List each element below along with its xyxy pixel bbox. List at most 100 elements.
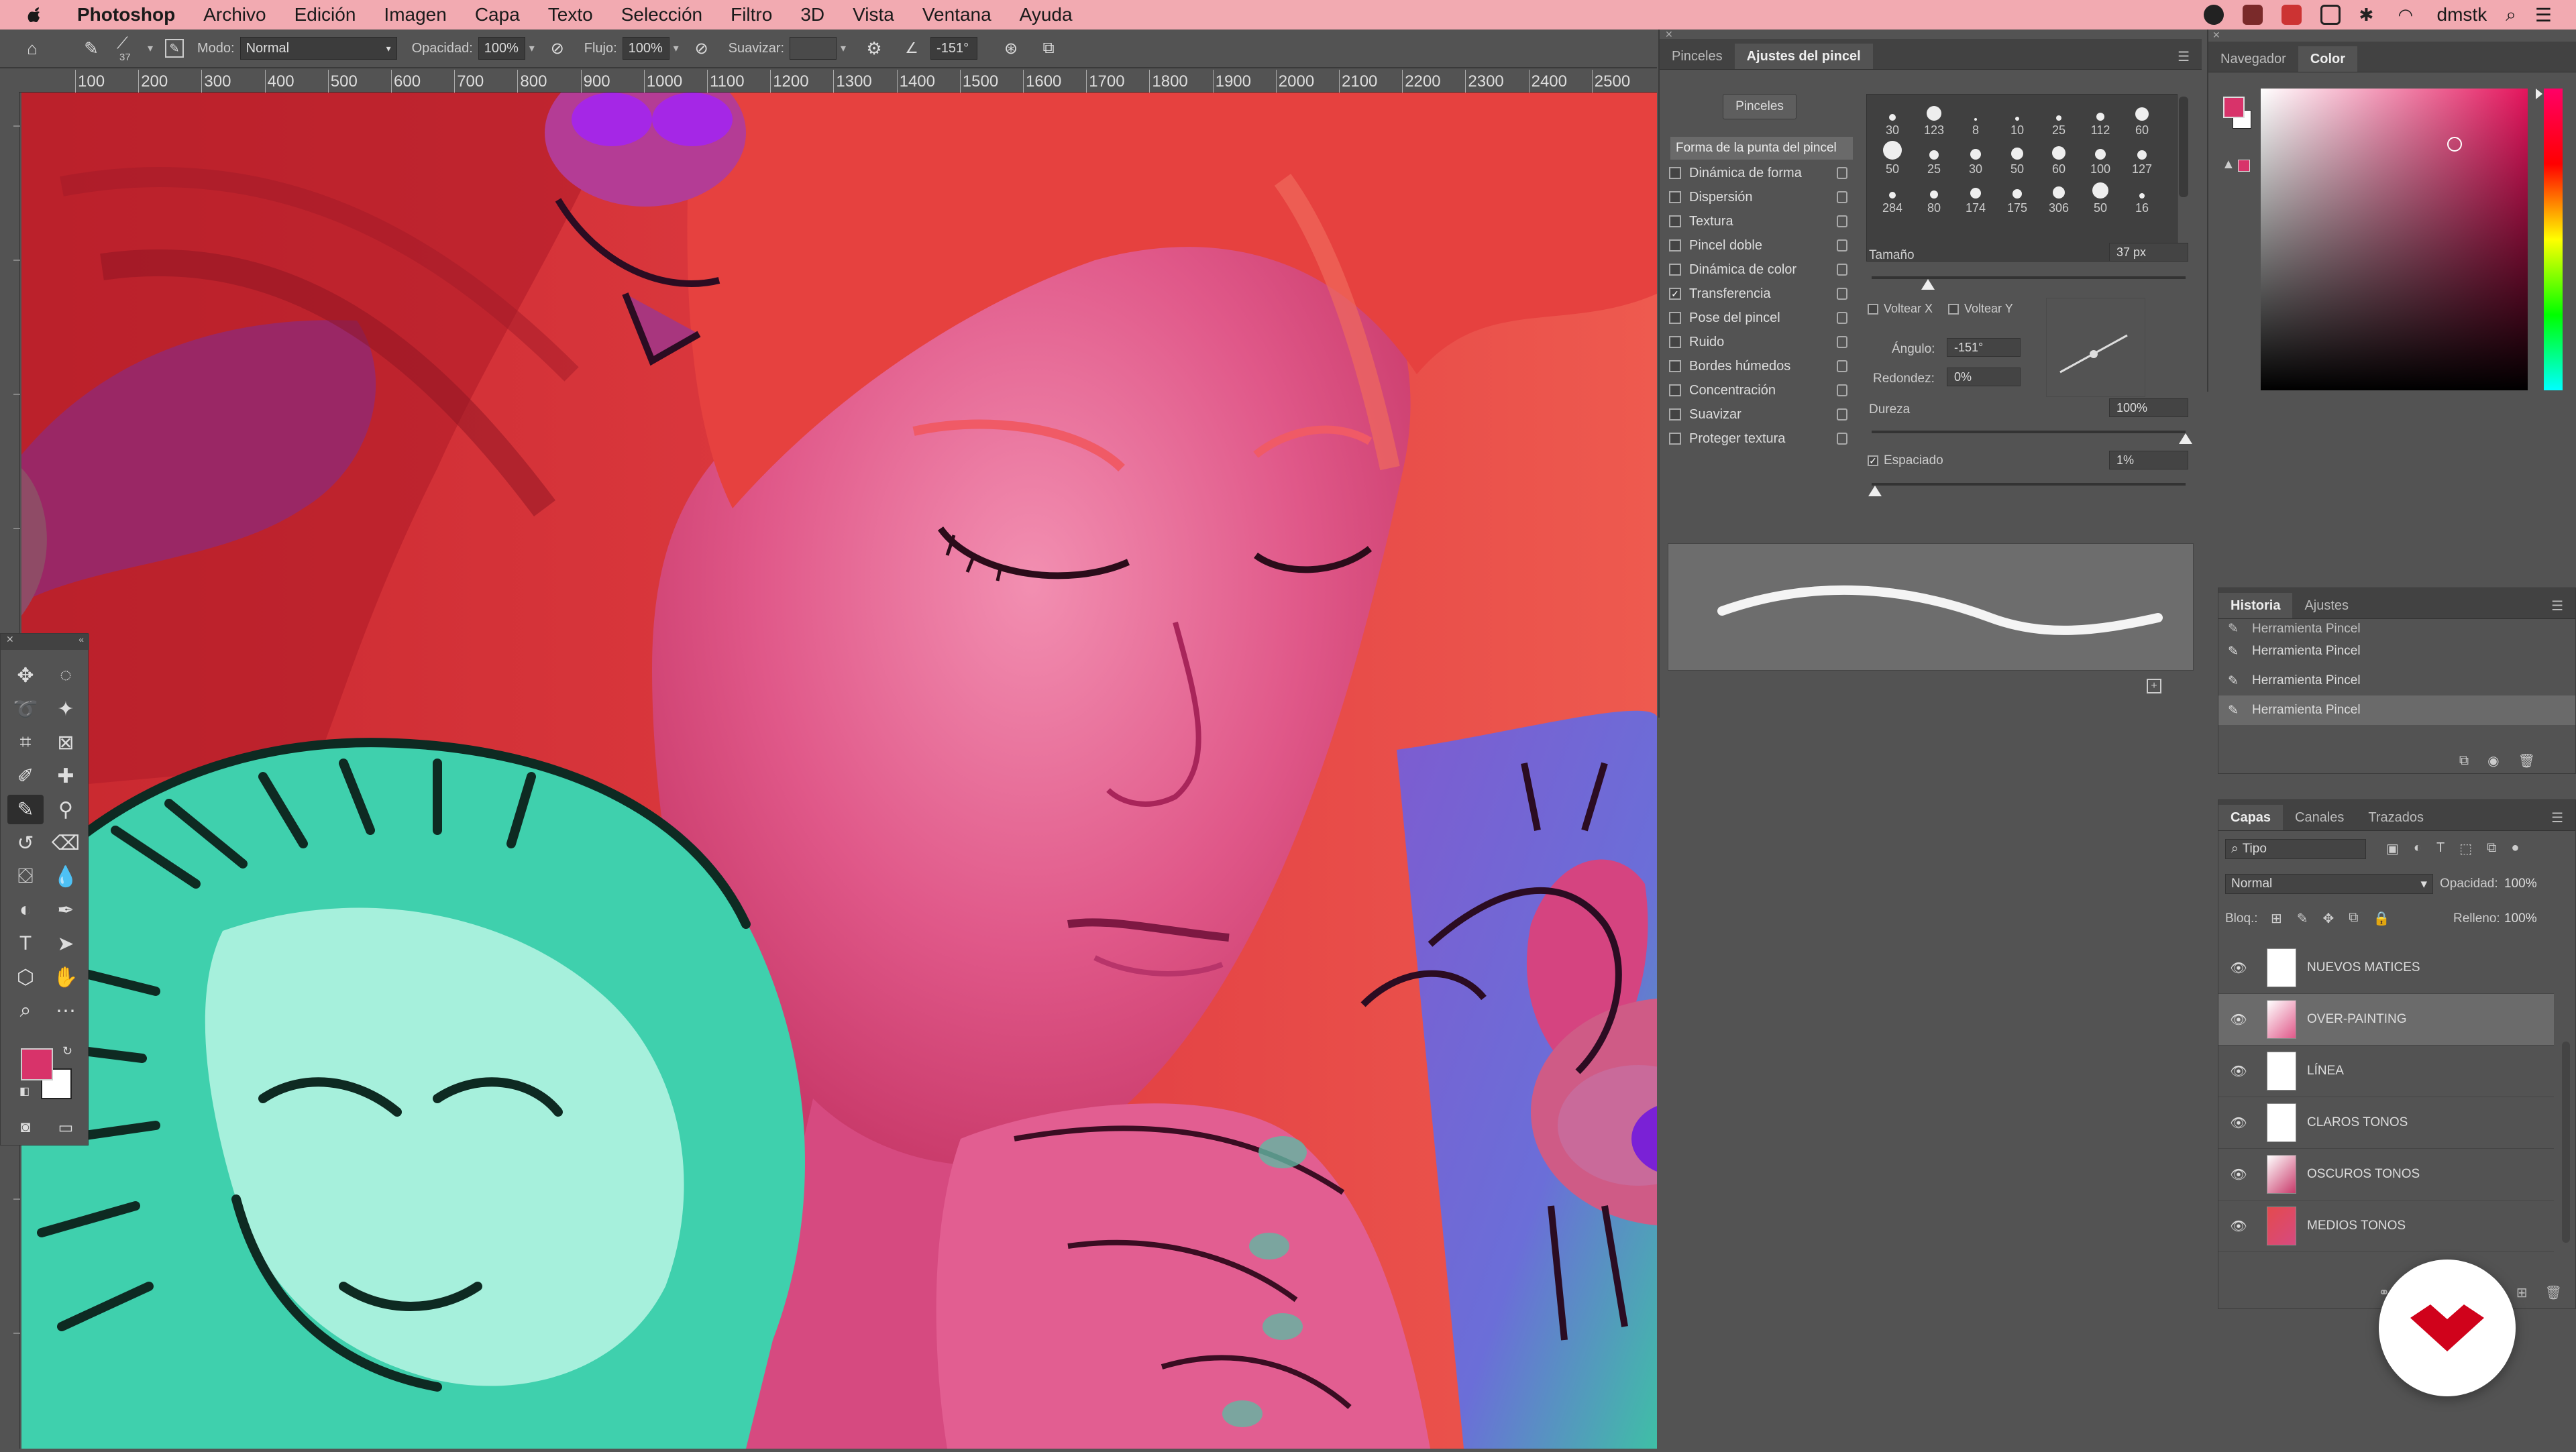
layer-filter-select[interactable]: ⌕ Tipo bbox=[2225, 839, 2366, 859]
brush-tip-preset[interactable]: 80 bbox=[1915, 174, 1953, 215]
spacing-checkbox[interactable]: ✓ Espaciado bbox=[1868, 453, 1943, 468]
smooth-field[interactable] bbox=[790, 37, 837, 60]
lock-icon[interactable] bbox=[1837, 288, 1847, 300]
roundness-field[interactable]: 0% bbox=[1947, 368, 2021, 386]
pressure-size-icon[interactable]: ⊛ bbox=[998, 35, 1024, 62]
brush-option-row[interactable]: Ruido bbox=[1669, 330, 1854, 354]
layer-row[interactable]: 👁 OSCUROS TONOS bbox=[2218, 1149, 2554, 1200]
layer-name[interactable]: LÍNEA bbox=[2307, 1064, 2344, 1078]
fg-color-swatch[interactable] bbox=[2223, 97, 2245, 118]
layer-name[interactable]: OSCUROS TONOS bbox=[2307, 1167, 2420, 1182]
panel-menu-icon[interactable]: ☰ bbox=[2539, 805, 2575, 830]
brush-option-row[interactable]: Suavizar bbox=[1669, 402, 1854, 427]
panel-close-icon[interactable]: ✕ bbox=[2212, 30, 2220, 41]
checkbox-icon[interactable] bbox=[1669, 191, 1681, 203]
brush-option-row[interactable]: Proteger textura bbox=[1669, 427, 1854, 451]
spacing-field[interactable]: 1% bbox=[2109, 451, 2188, 469]
lock-icon[interactable] bbox=[1837, 191, 1847, 203]
eye-icon[interactable]: 👁 bbox=[2225, 1218, 2252, 1235]
menu-edicion[interactable]: Edición bbox=[294, 4, 356, 25]
checkbox-icon[interactable] bbox=[1669, 312, 1681, 324]
lock-icon[interactable] bbox=[1837, 215, 1847, 227]
eyedropper-icon[interactable]: ✐ bbox=[7, 761, 44, 791]
menu-capa[interactable]: Capa bbox=[475, 4, 520, 25]
eye-icon[interactable]: 👁 bbox=[2225, 1011, 2252, 1028]
bluetooth-icon[interactable]: ✱ bbox=[2359, 5, 2379, 25]
tab-color[interactable]: Color bbox=[2298, 46, 2358, 72]
shape-filter-icon[interactable]: ⬚ bbox=[2459, 840, 2472, 857]
pen-tool-icon[interactable]: ✒ bbox=[48, 895, 84, 925]
tab-ajustes-pincel[interactable]: Ajustes del pincel bbox=[1734, 44, 1873, 69]
history-item[interactable]: ✎ Herramienta Pincel bbox=[2218, 666, 2575, 695]
brush-tool-icon[interactable]: ✎ bbox=[78, 35, 105, 62]
size-field[interactable]: 37 px bbox=[2109, 243, 2188, 262]
collapse-icon[interactable]: « bbox=[78, 634, 84, 650]
brush-tip-preset[interactable]: 100 bbox=[2082, 135, 2119, 176]
chevron-down-icon[interactable]: ▾ bbox=[669, 42, 683, 55]
wifi-icon[interactable]: ◠ bbox=[2398, 5, 2418, 25]
lock-pixels-icon[interactable]: ✎ bbox=[2297, 910, 2308, 927]
status-app-icon[interactable] bbox=[2242, 5, 2263, 25]
chevron-down-icon[interactable]: ▾ bbox=[144, 42, 157, 55]
menu-vista[interactable]: Vista bbox=[853, 4, 894, 25]
panel-menu-icon[interactable]: ☰ bbox=[2539, 593, 2575, 618]
hardness-slider[interactable] bbox=[1872, 431, 2192, 444]
quick-mask-icon[interactable]: ◙ bbox=[7, 1113, 44, 1142]
lock-icon[interactable] bbox=[1837, 167, 1847, 179]
brush-tip-preset[interactable]: 30 bbox=[1874, 96, 1911, 137]
eye-icon[interactable]: 👁 bbox=[2225, 960, 2252, 976]
snapshot-icon[interactable]: ◉ bbox=[2487, 752, 2499, 769]
menu-3d[interactable]: 3D bbox=[800, 4, 824, 25]
lock-all-icon[interactable]: 🔒 bbox=[2373, 910, 2390, 927]
brush-tip-shape[interactable]: Forma de la punta del pincel bbox=[1670, 137, 1853, 160]
brush-option-row[interactable]: Dispersión bbox=[1669, 185, 1854, 209]
mode-select[interactable]: Normal ▾ bbox=[239, 37, 397, 60]
gear-icon[interactable]: ⚙ bbox=[861, 35, 888, 62]
brush-tip-preset[interactable]: 60 bbox=[2040, 135, 2078, 176]
pixel-filter-icon[interactable]: ▣ bbox=[2386, 840, 2399, 857]
angle-field[interactable]: -151° bbox=[1947, 338, 2021, 357]
layer-name[interactable]: NUEVOS MATICES bbox=[2307, 960, 2420, 975]
brush-tip-preset[interactable]: 25 bbox=[2040, 96, 2078, 137]
checkbox-icon[interactable] bbox=[1669, 264, 1681, 276]
brush-tip-preset[interactable]: 174 bbox=[1957, 174, 1994, 215]
layer-name[interactable]: CLAROS TONOS bbox=[2307, 1115, 2408, 1130]
blur-tool-icon[interactable]: 💧 bbox=[48, 862, 84, 891]
angle-roundness-widget[interactable] bbox=[2046, 298, 2145, 397]
blend-mode-select[interactable]: Normal ▾ bbox=[2225, 874, 2433, 894]
brush-option-row[interactable]: ✓ Transferencia bbox=[1669, 282, 1854, 306]
fill-field[interactable]: 100% bbox=[2504, 909, 2558, 929]
brush-option-row[interactable]: Concentración bbox=[1669, 378, 1854, 402]
menu-archivo[interactable]: Archivo bbox=[203, 4, 266, 25]
tips-scrollbar[interactable] bbox=[2179, 97, 2188, 197]
lock-icon[interactable] bbox=[1837, 360, 1847, 372]
chevron-down-icon[interactable]: ▾ bbox=[525, 42, 539, 55]
pressure-opacity-icon[interactable]: ⊘ bbox=[544, 35, 571, 62]
layer-row[interactable]: 👁 LÍNEA bbox=[2218, 1046, 2554, 1097]
apple-icon[interactable] bbox=[20, 0, 50, 30]
brush-preset-picker[interactable]: ⟋ 37 bbox=[110, 32, 144, 65]
lock-icon[interactable] bbox=[1837, 433, 1847, 445]
layer-opacity-field[interactable]: 100% bbox=[2504, 874, 2558, 894]
lock-icon[interactable] bbox=[1837, 312, 1847, 324]
default-colors-icon[interactable]: ◧ bbox=[19, 1084, 30, 1098]
shape-tool-icon[interactable]: ⬡ bbox=[7, 962, 44, 992]
pinceles-button[interactable]: Pinceles bbox=[1723, 94, 1796, 119]
flip-x-checkbox[interactable]: Voltear X bbox=[1868, 302, 1933, 316]
color-picker-field[interactable] bbox=[2261, 89, 2528, 390]
opacity-field[interactable]: 100% bbox=[478, 37, 525, 60]
more-tools-icon[interactable]: ⋯ bbox=[48, 996, 84, 1025]
crop-tool-icon[interactable]: ⌗ bbox=[7, 728, 44, 757]
layer-name[interactable]: MEDIOS TONOS bbox=[2307, 1219, 2406, 1233]
trash-icon[interactable]: 🗑 bbox=[2518, 752, 2535, 769]
lock-transparency-icon[interactable]: ⊞ bbox=[2271, 910, 2282, 927]
history-item[interactable]: ✎ Herramienta Pincel bbox=[2218, 636, 2575, 666]
spacing-slider-knob[interactable] bbox=[1868, 486, 1882, 496]
type-tool-icon[interactable]: T bbox=[7, 929, 44, 958]
checkbox-icon[interactable] bbox=[1669, 215, 1681, 227]
trash-icon[interactable]: 🗑 bbox=[2545, 1284, 2562, 1301]
home-icon[interactable]: ⌂ bbox=[19, 35, 46, 62]
brush-option-row[interactable]: Textura bbox=[1669, 209, 1854, 233]
hue-slider-arrow[interactable] bbox=[2536, 89, 2542, 99]
dodge-tool-icon[interactable]: ◐ bbox=[7, 895, 44, 925]
